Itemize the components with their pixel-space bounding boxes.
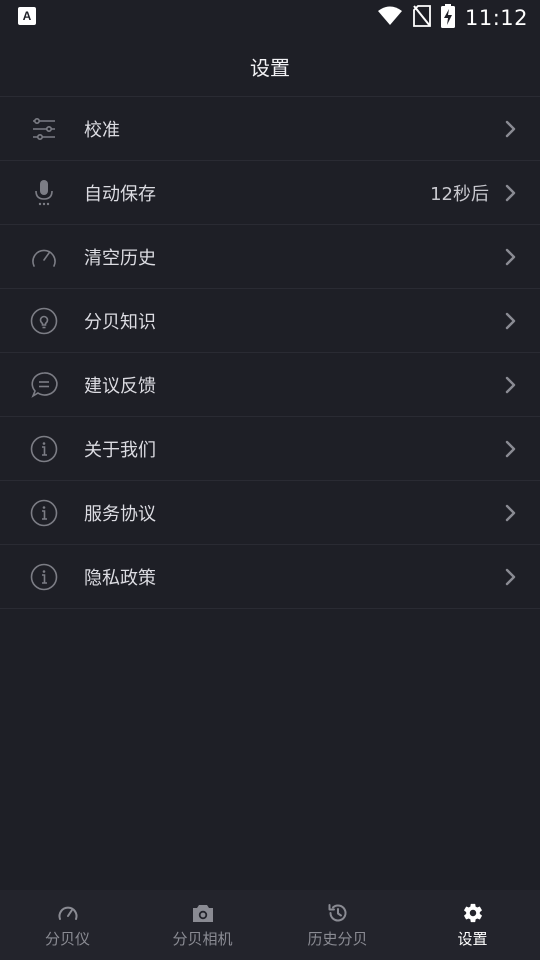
info-icon <box>30 499 58 527</box>
settings-item-about-us[interactable]: 关于我们 <box>0 417 540 481</box>
tab-label: 历史分贝 <box>307 929 368 948</box>
battery-charging-icon <box>440 4 455 32</box>
settings-item-label: 服务协议 <box>84 503 156 525</box>
chevron-right-icon <box>504 503 518 523</box>
chevron-right-icon <box>504 375 518 395</box>
no-sim-icon <box>413 5 431 31</box>
autosave-value: 12秒后 <box>430 183 489 205</box>
chevron-right-icon <box>504 311 518 331</box>
tab-label: 分贝仪 <box>44 929 90 948</box>
sliders-icon <box>30 115 58 143</box>
settings-item-service-agreement[interactable]: 服务协议 <box>0 481 540 545</box>
settings-item-label: 自动保存 <box>84 183 156 205</box>
settings-item-label: 关于我们 <box>84 439 156 461</box>
chat-bubble-icon <box>30 371 58 399</box>
settings-item-calibrate[interactable]: 校准 <box>0 97 540 161</box>
tab-decibel-history[interactable]: 历史分贝 <box>270 890 405 960</box>
status-right: 11:12 <box>377 4 528 32</box>
app-notification-icon: A <box>18 7 36 29</box>
settings-item-label: 分贝知识 <box>84 311 156 333</box>
microphone-icon <box>30 179 58 207</box>
chevron-right-icon <box>504 247 518 267</box>
tab-label: 设置 <box>457 929 488 948</box>
chevron-right-icon <box>504 439 518 459</box>
history-icon <box>327 902 349 924</box>
settings-list: 校准 自动保存 12秒后 清空历史 分贝知识 建议反馈 关于我们 服务协议 隐私… <box>0 96 540 609</box>
status-left: A <box>18 7 36 29</box>
info-icon <box>30 563 58 591</box>
speedometer-icon <box>30 243 58 271</box>
status-bar: A 11:12 <box>0 0 540 36</box>
svg-text:A: A <box>23 9 32 23</box>
lightbulb-icon <box>30 307 58 335</box>
info-icon <box>30 435 58 463</box>
settings-item-feedback[interactable]: 建议反馈 <box>0 353 540 417</box>
camera-icon <box>192 902 214 924</box>
tab-decibel-camera[interactable]: 分贝相机 <box>135 890 270 960</box>
gear-icon <box>462 902 484 924</box>
settings-item-label: 建议反馈 <box>84 375 156 397</box>
settings-item-label: 隐私政策 <box>84 567 156 589</box>
tab-label: 分贝相机 <box>172 929 233 948</box>
chevron-right-icon <box>504 567 518 587</box>
chevron-right-icon <box>504 183 518 203</box>
settings-item-autosave[interactable]: 自动保存 12秒后 <box>0 161 540 225</box>
chevron-right-icon <box>504 119 518 139</box>
wifi-icon <box>377 6 403 30</box>
page-title: 设置 <box>250 55 290 80</box>
settings-item-label: 清空历史 <box>84 247 156 269</box>
status-time: 11:12 <box>464 6 528 30</box>
header: 设置 <box>0 36 540 96</box>
settings-item-privacy-policy[interactable]: 隐私政策 <box>0 545 540 609</box>
bottom-tab-bar: 分贝仪 分贝相机 历史分贝 设置 <box>0 890 540 960</box>
settings-item-clear-history[interactable]: 清空历史 <box>0 225 540 289</box>
tab-decibel-meter[interactable]: 分贝仪 <box>0 890 135 960</box>
tab-settings[interactable]: 设置 <box>405 890 540 960</box>
settings-item-label: 校准 <box>84 119 120 141</box>
gauge-icon <box>57 902 79 924</box>
settings-item-decibel-knowledge[interactable]: 分贝知识 <box>0 289 540 353</box>
